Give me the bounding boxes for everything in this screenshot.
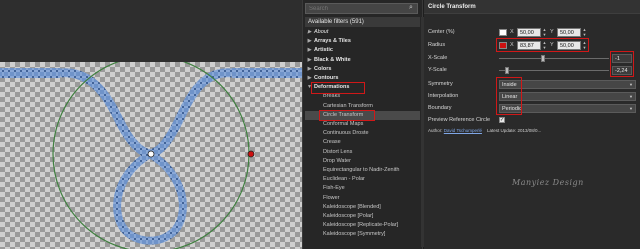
filter-item-equirectangular[interactable]: Equirectangular to Nadir-Zenith [305, 166, 420, 175]
chevron-right-icon: ▶ [307, 75, 312, 81]
center-handle [147, 150, 155, 158]
image-band-left [0, 68, 60, 78]
filter-item-drop-water[interactable]: Drop Water [305, 157, 420, 166]
filter-item-continuous-droste[interactable]: Continuous Droste [305, 129, 420, 138]
center-label: Center (%) [428, 29, 455, 35]
center-color-swatch[interactable] [499, 29, 507, 36]
category-black-white[interactable]: ▶ Black & White [305, 56, 420, 65]
parameters-panel: Circle Transform Center (%) X 50,00 ▲ ▼ Y… [424, 0, 640, 249]
chevron-right-icon: ▶ [307, 47, 312, 54]
boundary-label: Boundary [428, 105, 452, 111]
category-arrays-tiles[interactable]: ▶ Arrays & Tiles [305, 37, 420, 46]
available-filters-header: Available filters (591) [305, 17, 420, 27]
filter-item-kaleidoscope-replicate-polar[interactable]: Kaleidoscope [Replicate-Polar] [305, 221, 420, 230]
preview-ref-label: Preview Reference Circle [428, 117, 491, 123]
watermark: Manyiez Design [512, 178, 584, 187]
preview-image [0, 62, 302, 249]
radius-x-spinner[interactable]: ▲ ▼ [542, 40, 547, 50]
radius-y-label: Y [550, 42, 554, 48]
center-y-input[interactable]: 50,00 [557, 28, 581, 37]
interpolation-label: Interpolation [428, 93, 459, 99]
center-x-spinner[interactable]: ▲ ▼ [542, 27, 547, 37]
preview-canvas[interactable] [0, 62, 302, 249]
radius-handle [247, 150, 255, 158]
chevron-right-icon: ▶ [307, 56, 312, 63]
x-scale-label: X-Scale [428, 55, 448, 61]
y-scale-slider-track[interactable] [499, 70, 609, 71]
author-link[interactable]: David Tschumperlé [444, 128, 482, 133]
chevron-down-icon: ▼ [629, 82, 633, 87]
x-scale-slider-track[interactable] [499, 58, 609, 59]
filter-title: Circle Transform [424, 0, 640, 14]
category-about[interactable]: ▶ About [305, 28, 420, 37]
image-loop-right [148, 68, 233, 159]
filter-panel: ⌕ Available filters (591) ▶About ▶Arrays… [302, 0, 424, 249]
center-x-label: X [510, 29, 514, 35]
y-scale-label: Y-Scale [428, 67, 447, 73]
filter-item-crease[interactable]: Crease [305, 138, 420, 147]
y-scale-value[interactable]: -2,24 [612, 66, 632, 75]
filter-item-distort-lens[interactable]: Distort Lens [305, 148, 420, 157]
chevron-right-icon: ▶ [307, 38, 312, 45]
author-line: Author: David Tschumperlé Latest Update:… [428, 128, 542, 133]
category-contours[interactable]: ▶ Contours [305, 74, 420, 83]
center-y-label: Y [550, 29, 554, 35]
radius-x-input[interactable]: 83,87 [517, 41, 541, 50]
interpolation-select[interactable]: Linear ▼ [499, 92, 636, 101]
filter-item-fish-eye[interactable]: Fish-Eye [305, 184, 420, 193]
category-deformations[interactable]: ▼ Deformations [305, 83, 420, 92]
filter-item-conformal-maps[interactable]: Conformal Maps [305, 120, 420, 129]
filter-item-flower[interactable]: Flower [305, 194, 420, 203]
category-colors[interactable]: ▶ Colors [305, 65, 420, 74]
image-drop [113, 150, 187, 245]
preview-panel [0, 0, 302, 249]
filter-item-kaleidoscope-symmetry[interactable]: Kaleidoscope [Symmetry] [305, 230, 420, 239]
x-scale-value[interactable]: -1 [612, 54, 632, 63]
preview-top-area [0, 0, 302, 62]
image-loop-left [59, 68, 152, 159]
radius-y-spinner[interactable]: ▲ ▼ [582, 40, 587, 50]
radius-label: Radius [428, 42, 446, 48]
chevron-right-icon: ▶ [307, 29, 312, 35]
category-artistic[interactable]: ▶ Artistic [305, 46, 420, 55]
search-input[interactable] [305, 3, 418, 14]
y-scale-slider-thumb[interactable] [504, 67, 509, 74]
filter-item-cartesian-transform[interactable]: Cartesian Transform [305, 102, 420, 111]
filter-item-kaleidoscope-blended[interactable]: Kaleidoscope [Blended] [305, 203, 420, 212]
radius-color-swatch[interactable] [499, 42, 507, 49]
chevron-down-icon: ▼ [307, 84, 312, 91]
radius-y-input[interactable]: 50,00 [557, 41, 581, 50]
x-scale-slider-thumb[interactable] [541, 55, 545, 62]
center-y-spinner[interactable]: ▲ ▼ [582, 27, 587, 37]
symmetry-label: Symmetry [428, 81, 453, 87]
filter-item-circle-transform[interactable]: Circle Transform [305, 110, 420, 120]
image-band-right [232, 68, 302, 78]
symmetry-select[interactable]: Inside ▼ [499, 80, 636, 89]
center-x-input[interactable]: 50,00 [517, 28, 541, 37]
filter-item-euclidean-polar[interactable]: Euclidean - Polar [305, 175, 420, 184]
search-icon[interactable]: ⌕ [409, 4, 417, 12]
filter-item-breaks[interactable]: Breaks [305, 92, 420, 101]
boundary-select[interactable]: Periodic ▼ [499, 104, 636, 113]
filter-item-kaleidoscope-polar[interactable]: Kaleidoscope [Polar] [305, 212, 420, 221]
chevron-down-icon: ▼ [629, 106, 633, 111]
chevron-right-icon: ▶ [307, 65, 312, 72]
preview-ref-checkbox[interactable]: ✓ [499, 117, 505, 123]
radius-x-label: X [510, 42, 514, 48]
chevron-down-icon: ▼ [629, 94, 633, 99]
